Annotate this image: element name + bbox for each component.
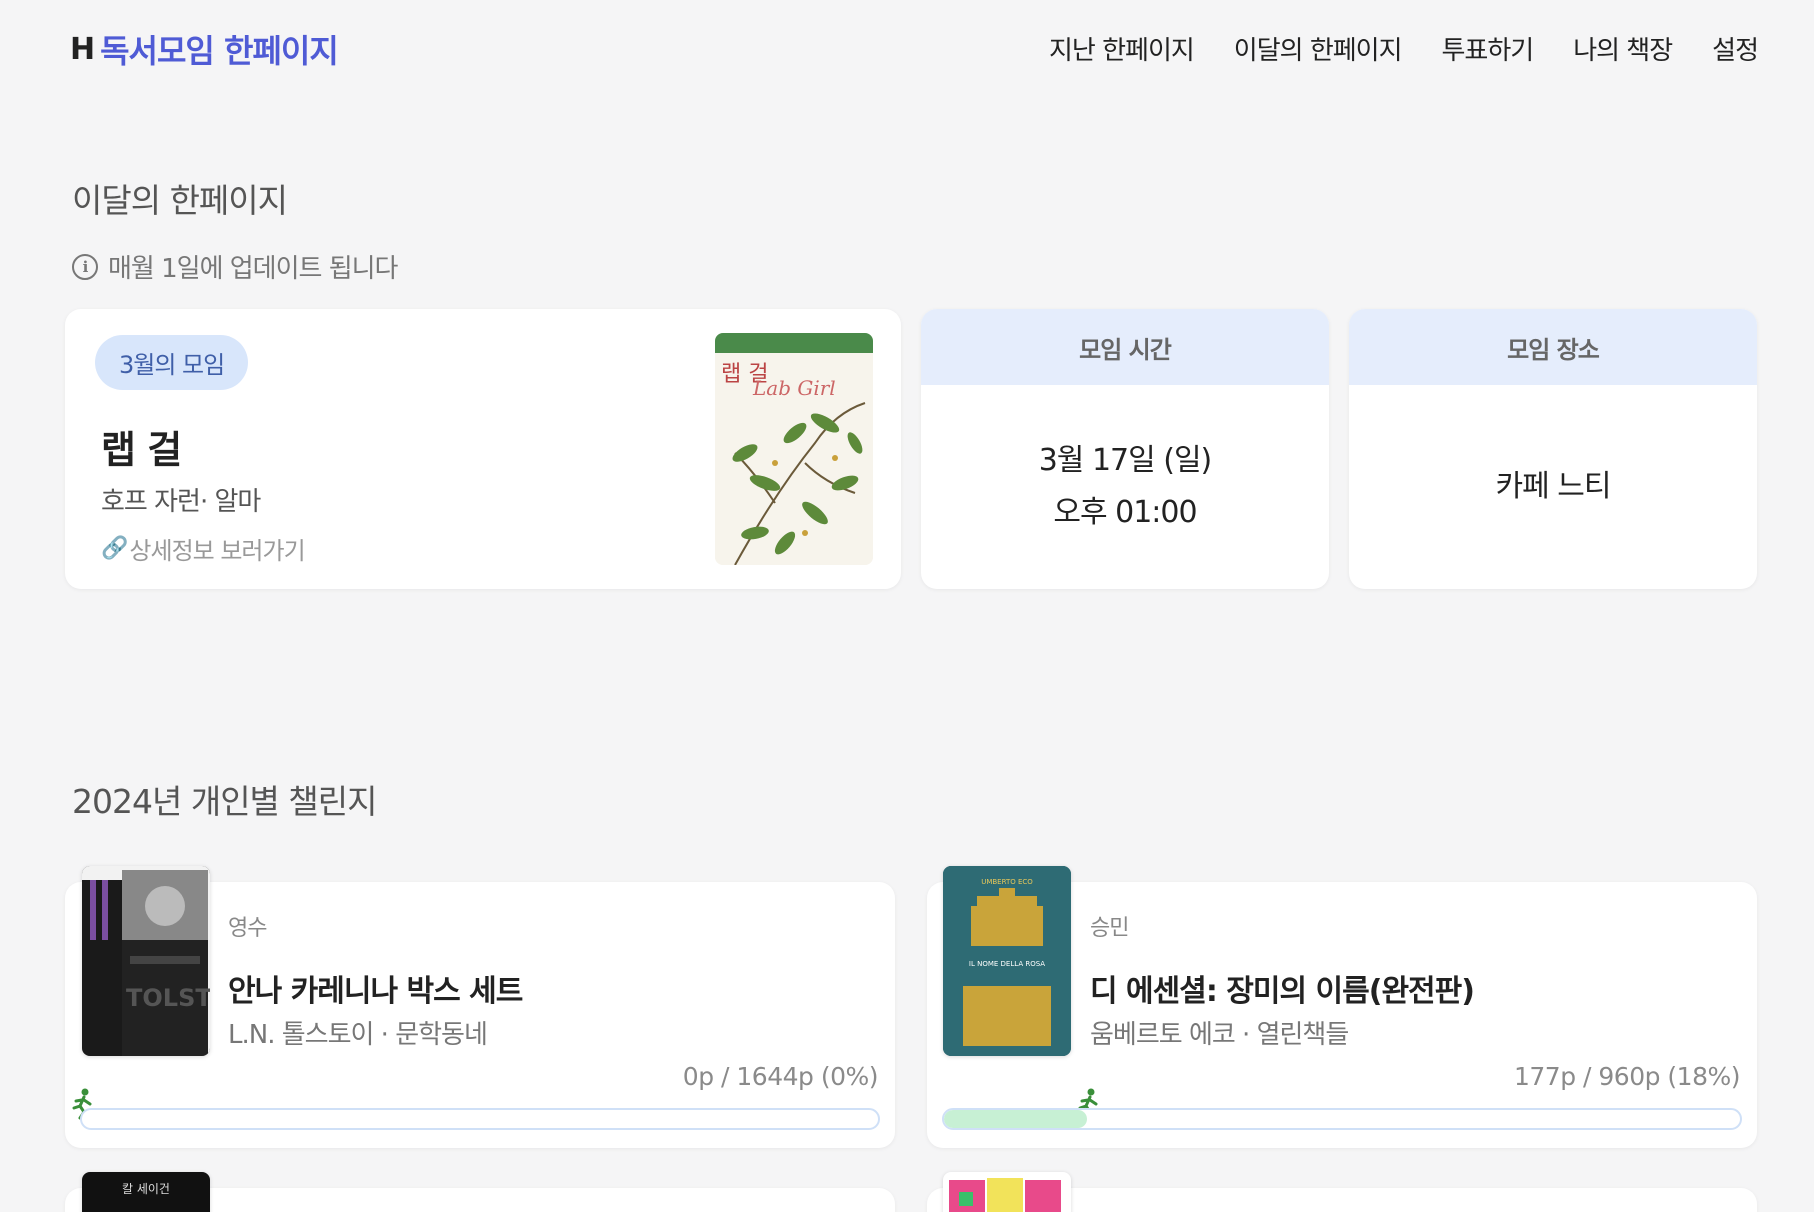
logo-mark-icon: H [70,31,95,67]
challenge-progress-bar [80,1108,880,1130]
challenge-book-cover: UMBERTO ECO IL NOME DELLA ROSA [943,866,1071,1056]
challenge-user: 승민 [1090,916,1129,941]
meeting-place-label: 모임 장소 [1349,309,1757,385]
cover-label: 칼 세이건 [122,1182,170,1196]
challenge-progress-fill [944,1110,1088,1128]
challenge-book-meta: 움베르토 에코 · 열린책들 [1090,1020,1349,1050]
month-badge: 3월의 모임 [95,335,249,390]
nav-my-bookshelf[interactable]: 나의 책장 [1573,30,1673,67]
detail-link[interactable]: 🔗 상세정보 보러가기 [101,531,306,566]
info-icon: i [72,253,98,280]
link-icon: 🔗 [101,536,128,561]
detail-link-text: 상세정보 보러가기 [129,537,305,565]
main-nav: 지난 한페이지 이달의 한페이지 투표하기 나의 책장 설정 [1049,30,1759,67]
svg-text:TOLST: TOLST [126,984,210,1012]
anna-karenina-cover-art: TOLST [82,866,210,1056]
meeting-place-body: 카페 느티 [1349,385,1757,589]
book-cover[interactable]: 랩 걸 Lab Girl [715,333,873,565]
nav-this-month[interactable]: 이달의 한페이지 [1234,30,1403,67]
update-notice-text: 매월 1일에 업데이트 됩니다 [108,254,398,284]
cover-title-en: Lab Girl [752,376,836,400]
challenge-book-cover: 칼 세이건 [82,1172,210,1212]
logo[interactable]: H 독서모임 한페이지 [70,26,339,72]
nav-past-pages[interactable]: 지난 한페이지 [1049,30,1195,67]
lab-girl-cover-art: 랩 걸 Lab Girl [715,333,873,565]
challenge-user: 영수 [228,916,267,941]
challenge-book-title: 안나 카레니나 박스 세트 [228,974,523,1009]
meeting-time-card: 모임 시간 3월 17일 (일) 오후 01:00 [921,309,1329,589]
book-meta: 호프 자런· 알마 [101,487,261,517]
challenge-book-title: 디 에센셜: 장미의 이름(완전판) [1090,974,1475,1009]
meeting-place-card: 모임 장소 카페 느티 [1349,309,1757,589]
meeting-date: 3월 17일 (일) [1038,443,1213,478]
cover-author: UMBERTO ECO [981,878,1033,886]
challenge-progress-text: 177p / 960p (18%) [1513,1062,1741,1091]
challenge-progress-bar [942,1108,1742,1130]
meeting-place: 카페 느티 [1495,469,1612,504]
meeting-time-label: 모임 시간 [921,309,1329,385]
monthly-book-card: 3월의 모임 랩 걸 호프 자런· 알마 🔗 상세정보 보러가기 랩 걸 Lab… [65,309,901,589]
nav-settings[interactable]: 설정 [1712,30,1759,67]
challenge-section-title: 2024년 개인별 챌린지 [72,782,377,821]
meeting-hour: 오후 01:00 [1053,495,1197,530]
challenge-book-cover [943,1172,1071,1212]
challenge-book-cover: TOLST [82,866,210,1056]
nav-vote[interactable]: 투표하기 [1442,30,1535,67]
name-of-the-rose-cover-art: UMBERTO ECO IL NOME DELLA ROSA [943,866,1071,1056]
meeting-time-body: 3월 17일 (일) 오후 01:00 [921,385,1329,589]
challenge-progress-text: 0p / 1644p (0%) [682,1062,879,1091]
monthly-section-title: 이달의 한페이지 [72,181,288,220]
colorful-books-cover-art [949,1178,1061,1212]
header: H 독서모임 한페이지 지난 한페이지 이달의 한페이지 투표하기 나의 책장 … [0,0,1814,100]
challenge-book-meta: L.N. 톨스토이 · 문학동네 [228,1020,488,1050]
update-notice: i 매월 1일에 업데이트 됩니다 [72,248,398,285]
cover-title: IL NOME DELLA ROSA [969,960,1045,968]
book-title: 랩 걸 [101,428,182,472]
logo-text: 독서모임 한페이지 [100,32,339,70]
